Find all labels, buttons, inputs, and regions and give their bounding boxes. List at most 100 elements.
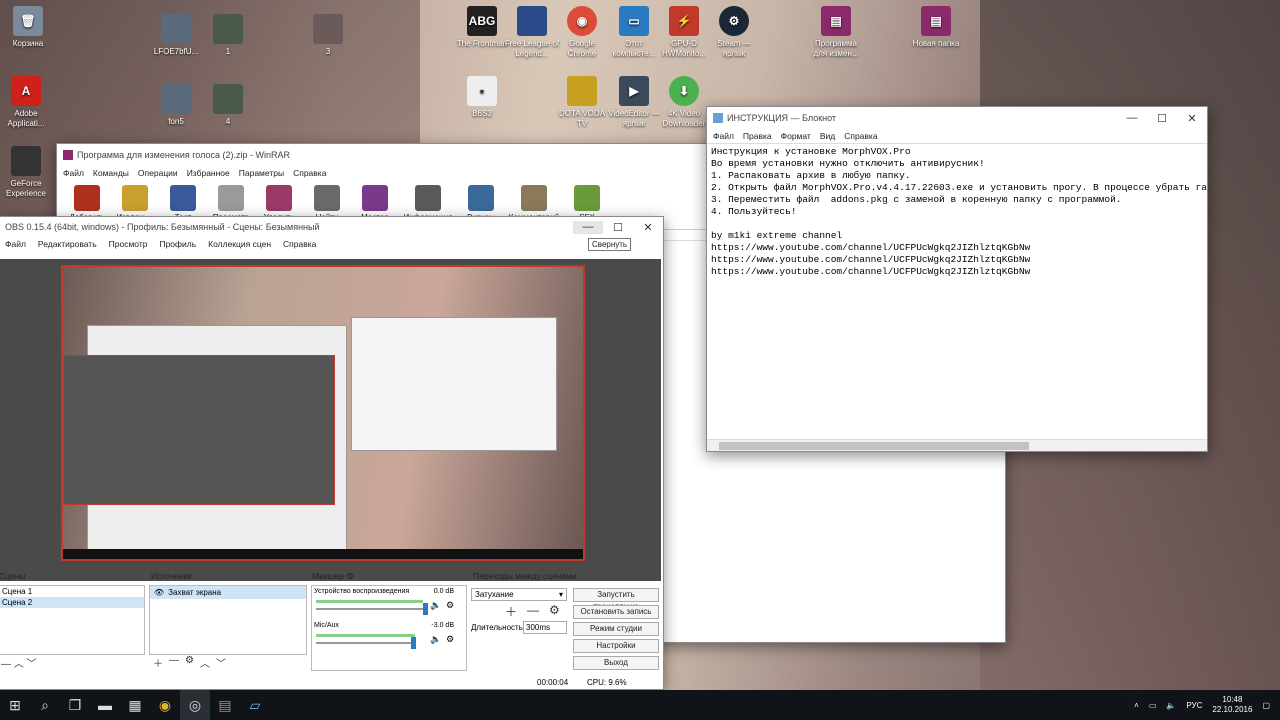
winrar-menu-help[interactable]: Справка — [293, 168, 326, 178]
move-down-icon[interactable]: ﹀ — [27, 659, 37, 670]
desktop-icon-4[interactable]: 4 — [200, 84, 256, 127]
gear-icon[interactable]: ⚙ — [185, 655, 194, 670]
volume-slider[interactable] — [316, 603, 428, 615]
exit-button[interactable]: Выход — [573, 656, 659, 670]
speaker-icon[interactable]: 🔈 — [430, 600, 441, 611]
start-button[interactable]: ⊞ — [0, 690, 30, 720]
desktop-icon-league[interactable]: Free League of Legend... — [504, 6, 560, 59]
winrar-icon[interactable]: ▤ — [210, 690, 240, 720]
move-up-icon[interactable]: ︿ — [14, 659, 24, 670]
winrar-menu-operations[interactable]: Операции — [138, 168, 178, 178]
obs-menu-file[interactable]: Файл — [5, 239, 26, 249]
transition-select[interactable]: Затухание ▾ — [471, 588, 567, 601]
volume-slider-handle[interactable] — [411, 637, 416, 649]
winrar-menu-file[interactable]: Файл — [63, 168, 84, 178]
maximize-button[interactable]: ☐ — [1147, 112, 1177, 125]
obs-menu-profile[interactable]: Профиль — [159, 239, 196, 249]
eye-icon[interactable]: 👁 — [154, 588, 164, 597]
source-item[interactable]: 👁 Захват экрана — [150, 586, 306, 599]
scene-item[interactable]: Сцена 1 — [0, 586, 144, 597]
close-button[interactable]: ✕ — [633, 221, 663, 234]
notepad-menu-format[interactable]: Формат — [781, 131, 811, 141]
desktop-icon-4k-downloader[interactable]: ⬇ 4K Video Downloader — [656, 76, 712, 129]
search-icon[interactable]: ⌕ — [30, 690, 60, 720]
volume-icon[interactable]: 🔈 — [1166, 701, 1176, 710]
remove-source-icon[interactable]: — — [169, 655, 179, 670]
tray-arrow-icon[interactable]: ˄ — [1134, 701, 1139, 710]
explorer-icon[interactable]: ▬ — [90, 690, 120, 720]
notepad-menu-help[interactable]: Справка — [844, 131, 877, 141]
desktop-icon-geforce[interactable]: GeForce Experience — [0, 146, 54, 199]
desktop-icon-new-folder[interactable]: ▤ Новая папка — [908, 6, 964, 49]
desktop-icon-this-pc[interactable]: ▭ Этот компьюте... — [606, 6, 662, 59]
desktop-icon-steam[interactable]: ⚙ Steam — ярлык — [706, 6, 762, 59]
obs-menu-edit[interactable]: Редактировать — [38, 239, 97, 249]
volume-slider-handle[interactable] — [423, 603, 428, 615]
desktop-icon-fon5[interactable]: fon5 — [148, 84, 204, 127]
minimize-button[interactable]: — — [1117, 112, 1147, 125]
network-icon[interactable]: ▭ — [1149, 701, 1157, 710]
desktop-icon-dota[interactable]: DOTA VODA TV — [554, 76, 610, 129]
notepad-menu-edit[interactable]: Правка — [743, 131, 772, 141]
winrar-menu-favorites[interactable]: Избранное — [187, 168, 230, 178]
desktop-icon-b6s3[interactable]: ▪ B6S3 — [454, 76, 510, 119]
studio-mode-button[interactable]: Режим студии — [573, 622, 659, 636]
add-transition-icon[interactable]: ＋ — [505, 603, 517, 620]
desktop-icon-3[interactable]: 3 — [300, 14, 356, 57]
obs-icon[interactable]: ◎ — [180, 690, 210, 720]
desktop-icon-image[interactable]: LFOE7bfU... — [148, 14, 204, 57]
gear-icon[interactable]: ⚙ — [549, 603, 560, 620]
move-down-icon[interactable]: ﹀ — [216, 655, 226, 670]
move-up-icon[interactable]: ︿ — [200, 655, 210, 670]
notepad-window[interactable]: ИНСТРУКЦИЯ — Блокнот — ☐ ✕ Файл Правка Ф… — [706, 106, 1208, 452]
desktop-icon-1[interactable]: 1 — [200, 14, 256, 57]
winrar-menu-commands[interactable]: Команды — [93, 168, 129, 178]
scenes-list[interactable]: Сцена 1 Сцена 2 — [0, 585, 145, 655]
desktop-icon-gpuz[interactable]: ⚡ GPU-D HWMonito... — [656, 6, 712, 59]
clock[interactable]: 10:48 22.10.2016 — [1212, 695, 1252, 715]
scene-item-selected[interactable]: Сцена 2 — [0, 597, 144, 608]
gear-icon[interactable]: ⚙ — [446, 634, 454, 645]
language-indicator[interactable]: РУС — [1186, 701, 1202, 710]
desktop-icon-frontman[interactable]: ABG The Frontman — [454, 6, 510, 49]
sources-list[interactable]: 👁 Захват экрана — [149, 585, 307, 655]
desktop-icon-videoeditor[interactable]: ▶ VideoEditor — ярлык — [606, 76, 662, 129]
volume-meter — [316, 634, 415, 637]
notifications-icon[interactable]: ▢ — [1262, 701, 1270, 710]
remove-transition-icon[interactable]: — — [527, 603, 539, 620]
minimize-button[interactable]: — — [573, 220, 603, 234]
gear-icon[interactable]: ⚙ — [446, 600, 454, 611]
volume-slider[interactable] — [316, 637, 416, 649]
notepad-menu-file[interactable]: Файл — [713, 131, 734, 141]
close-button[interactable]: ✕ — [1177, 112, 1207, 125]
obs-window[interactable]: OBS 0.15.4 (64bit, windows) - Профиль: Б… — [0, 216, 664, 690]
maximize-button[interactable]: ☐ — [603, 221, 633, 234]
notepad-text-area[interactable]: Инструкция к установке MorphVOX.Pro Во в… — [707, 143, 1207, 439]
store-icon[interactable]: ▦ — [120, 690, 150, 720]
desktop-icon-chrome[interactable]: ◉ Google Chrome — [554, 6, 610, 59]
notepad-icon[interactable]: ▱ — [240, 690, 270, 720]
obs-menu-view[interactable]: Просмотр — [109, 239, 148, 249]
obs-menu-help[interactable]: Справка — [283, 239, 316, 249]
winrar-menu-options[interactable]: Параметры — [239, 168, 284, 178]
obs-preview[interactable] — [0, 259, 661, 581]
gear-icon[interactable]: ⚙ — [346, 571, 354, 581]
chrome-icon[interactable]: ◉ — [150, 690, 180, 720]
remove-scene-icon[interactable]: — — [1, 659, 11, 670]
start-streaming-button[interactable]: Запустить трансляцию — [573, 588, 659, 611]
settings-button[interactable]: Настройки — [573, 639, 659, 653]
desktop-icon-voice-program[interactable]: ▤ Программа для измен... — [808, 6, 864, 59]
duration-spinbox[interactable]: 300ms — [523, 621, 567, 634]
speaker-icon[interactable]: 🔈 — [430, 634, 441, 645]
add-source-icon[interactable]: ＋ — [153, 655, 163, 670]
task-view-icon[interactable]: ❐ — [60, 690, 90, 720]
obs-menu-scene-collection[interactable]: Коллекция сцен — [208, 239, 271, 249]
stop-recording-button[interactable]: Остановить запись — [573, 605, 659, 619]
horizontal-scrollbar[interactable] — [707, 439, 1207, 451]
obs-titlebar[interactable]: OBS 0.15.4 (64bit, windows) - Профиль: Б… — [0, 217, 663, 237]
scrollbar-thumb[interactable] — [719, 442, 1029, 450]
notepad-titlebar[interactable]: ИНСТРУКЦИЯ — Блокнот — ☐ ✕ — [707, 107, 1207, 129]
desktop-icon-recycle-bin[interactable]: 🗑 Корзина — [0, 6, 56, 49]
notepad-menu-view[interactable]: Вид — [820, 131, 835, 141]
desktop-icon-adobe[interactable]: A Adobe Applicati... — [0, 76, 54, 129]
